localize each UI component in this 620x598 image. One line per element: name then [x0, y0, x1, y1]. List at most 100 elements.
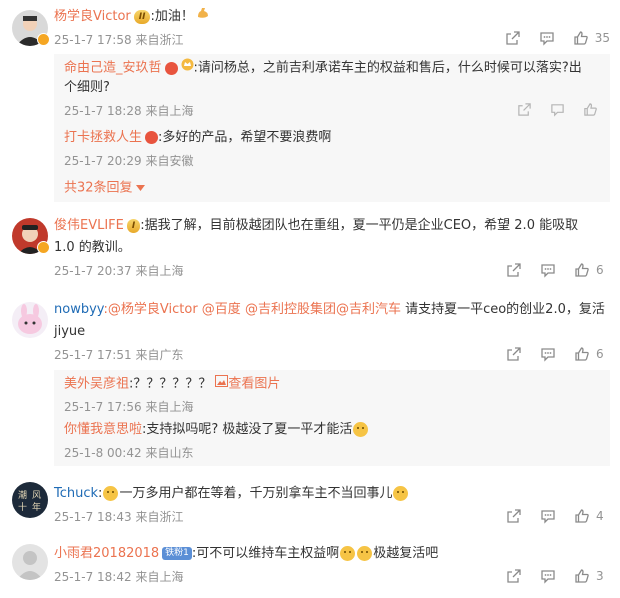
reply-time: 25-1-7 18:28: [64, 104, 142, 118]
thumbs-up-icon: [574, 31, 588, 45]
member-badge-icon: [164, 61, 178, 75]
like-button[interactable]: 6: [574, 262, 610, 278]
comment-button[interactable]: [540, 262, 556, 278]
svg-text:年: 年: [32, 501, 41, 513]
comment-text-tail: 极越复活吧: [373, 546, 439, 561]
verified-badge-icon: [37, 33, 50, 46]
reply-text: :多好的产品，希望不要浪费啊: [158, 130, 332, 145]
comment-time: 25-1-7 18:42: [54, 570, 132, 584]
avatar[interactable]: 潮风十年: [12, 482, 48, 518]
view-image-link[interactable]: 查看图片: [228, 377, 280, 392]
reply-time: 25-1-8 00:42: [64, 446, 142, 460]
comment-text: :可不可以维持车主权益啊: [191, 546, 340, 561]
share-icon: [507, 509, 521, 523]
comment-time: 25-1-7 17:51: [54, 348, 132, 362]
reply-thread: 命由己造_安玖哲:请问杨总，之前吉利承诺车主的权益和售后，什么时候可以落实?出 …: [54, 54, 610, 202]
like-button[interactable]: 4: [574, 508, 610, 524]
like-button[interactable]: [583, 102, 598, 117]
level-badge-icon: II: [133, 9, 151, 24]
comment-button[interactable]: [540, 568, 556, 584]
thumbs-up-icon: [575, 569, 589, 583]
comment-text-continued: 1.0 的教训。: [54, 240, 131, 255]
flexed-bicep-emoji-icon: [196, 6, 210, 27]
reply-location: 来自上海: [145, 104, 194, 118]
thumbs-up-icon: [575, 347, 589, 361]
comment-location: 来自广东: [135, 348, 184, 362]
sweat-smile-emoji-icon: [353, 422, 369, 437]
reply-author[interactable]: 你懂我意思啦: [64, 422, 142, 437]
share-icon: [518, 103, 531, 116]
comment-text: :加油！: [150, 9, 194, 24]
comment-icon: [541, 510, 555, 524]
comment-item: 杨学良Victor II:加油！ 25-1-7 17:58 来自浙江 35 命由己…: [0, 0, 620, 210]
reply-time: 25-1-7 20:29: [64, 154, 142, 168]
reply-author[interactable]: 命由己造_安玖哲: [64, 61, 162, 76]
comment-text: 一万多用户都在等着，千万别拿车主不当回事儿: [119, 486, 393, 501]
like-count: 6: [596, 347, 604, 361]
like-button[interactable]: 6: [574, 346, 610, 362]
svg-text:风: 风: [32, 490, 41, 501]
comment-time: 25-1-7 20:37: [54, 264, 132, 278]
reply-author[interactable]: 打卡拯救人生: [64, 130, 142, 145]
share-icon: [507, 263, 521, 277]
comment-author[interactable]: 杨学良Victor: [54, 9, 131, 24]
thumbs-up-icon: [584, 103, 597, 116]
reply-text: :请问杨总，之前吉利承诺车主的权益和售后，什么时候可以落实?出: [193, 60, 582, 76]
comment-icon: [540, 32, 554, 46]
thumbs-up-icon: [575, 509, 589, 523]
like-button[interactable]: 35: [573, 30, 610, 46]
mention-links[interactable]: :@杨学良Victor @百度 @吉利控股集团@吉利汽车: [104, 302, 401, 317]
comment-author[interactable]: Tchuck: [54, 486, 98, 501]
like-count: 3: [596, 569, 604, 583]
comment-text: :据我了解，目前极越团队也在重组，夏一平仍是企业CEO，希望 2.0 能吸取: [140, 218, 579, 233]
avatar[interactable]: [12, 544, 48, 580]
comment-location: 来自浙江: [135, 33, 184, 47]
like-count: 35: [594, 31, 610, 45]
share-button[interactable]: [506, 262, 522, 278]
reply-text: :支持拟吗呢? 极越没了夏一平才能活: [142, 422, 353, 437]
share-button[interactable]: [506, 346, 522, 362]
reply-author[interactable]: 美外吴彦祖: [64, 377, 129, 392]
fan-badge-icon: 铁粉1: [162, 547, 192, 560]
comment-time: 25-1-7 18:43: [54, 510, 132, 524]
comment-author[interactable]: 俊伟EVLIFE: [54, 218, 124, 233]
comment-text-continued: jiyue: [54, 324, 86, 339]
avatar[interactable]: [12, 302, 48, 338]
comment-icon: [541, 264, 555, 278]
verified-badge-icon: [37, 241, 50, 254]
share-button[interactable]: [517, 102, 532, 117]
share-button[interactable]: [506, 508, 522, 524]
image-icon: [215, 374, 229, 394]
reply-text-continued: 个细则?: [64, 80, 110, 95]
share-icon: [506, 31, 520, 45]
comment-author[interactable]: 小雨君20182018: [54, 546, 159, 561]
comment-button[interactable]: [550, 102, 565, 117]
comment-location: 来自浙江: [135, 510, 184, 524]
comment-button[interactable]: [540, 508, 556, 524]
like-button[interactable]: 3: [574, 568, 610, 584]
comment-icon: [551, 104, 564, 117]
more-replies-link[interactable]: 共32条回复: [64, 178, 145, 199]
comment-author[interactable]: nowbyy: [54, 302, 104, 317]
comment-button[interactable]: [540, 346, 556, 362]
crown-icon: [181, 58, 194, 78]
caret-down-icon: [135, 178, 145, 198]
crying-emoji-icon: [357, 546, 373, 561]
reply-thread: 美外吴彦祖:？？？？？？ 查看图片 25-1-7 17:56 来自上海 你懂我意思…: [54, 370, 610, 466]
member-badge-icon: [145, 131, 159, 144]
thumbs-up-icon: [575, 263, 589, 277]
comment-text: 请支持夏一平ceo的创业2.0，复活: [400, 302, 605, 317]
share-icon: [507, 569, 521, 583]
more-replies-label: 共32条回复: [64, 180, 133, 196]
reply-location: 来自安徽: [145, 154, 194, 168]
comment-button[interactable]: [539, 30, 555, 46]
reply-text: :？？？？？？: [129, 376, 212, 392]
reply-location: 来自山东: [145, 446, 194, 460]
comment-location: 来自上海: [135, 264, 184, 278]
share-button[interactable]: [505, 30, 521, 46]
smile-emoji-icon: [393, 486, 409, 501]
share-button[interactable]: [506, 568, 522, 584]
share-icon: [507, 347, 521, 361]
comment-item: 俊伟EVLIFE I:据我了解，目前极越团队也在重组，夏一平仍是企业CEO，希望 …: [0, 212, 620, 290]
reply-location: 来自上海: [145, 400, 194, 414]
